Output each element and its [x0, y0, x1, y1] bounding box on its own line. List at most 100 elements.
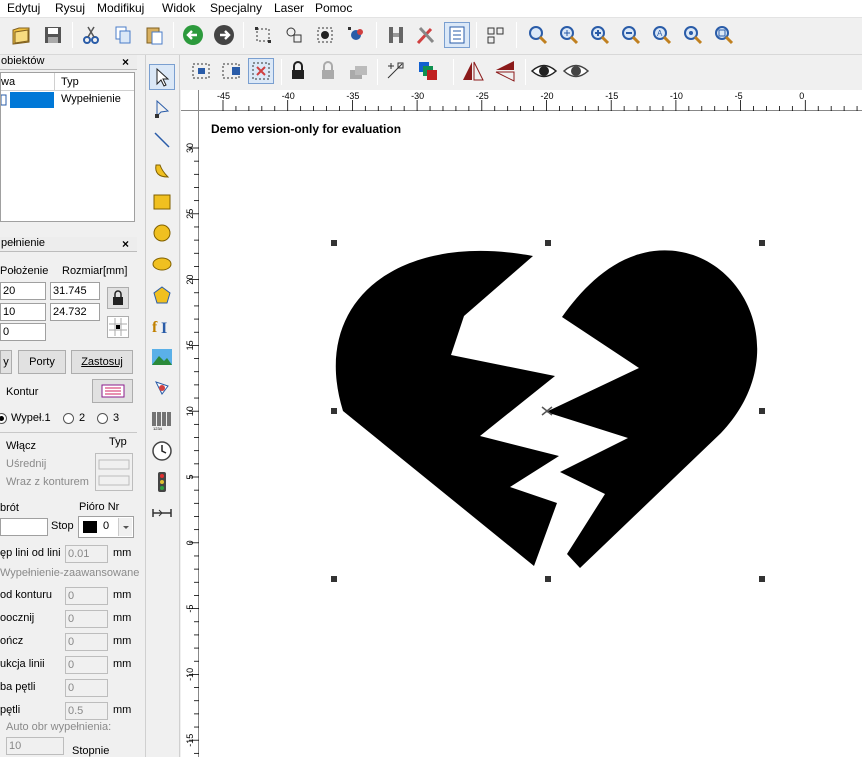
- barcode-icon[interactable]: 1234: [149, 407, 175, 433]
- contour-color-button[interactable]: [92, 379, 133, 403]
- size-width-field[interactable]: 31.745: [50, 282, 100, 300]
- selection-handle-w[interactable]: [331, 408, 337, 414]
- nodes-icon[interactable]: [343, 22, 369, 48]
- selection-handle-e[interactable]: [759, 408, 765, 414]
- align-icon[interactable]: [188, 58, 214, 84]
- zoom-icon[interactable]: [525, 22, 551, 48]
- preview-all-icon[interactable]: [563, 58, 589, 84]
- average-label[interactable]: Uśrednij: [6, 458, 46, 470]
- chevron-down-icon[interactable]: [118, 518, 132, 536]
- menu-modify[interactable]: Modifikuj: [97, 1, 144, 15]
- lock-all-icon[interactable]: [345, 58, 371, 84]
- vector-icon[interactable]: [149, 375, 175, 401]
- light-icon[interactable]: [149, 469, 175, 495]
- unlock-icon[interactable]: [315, 58, 341, 84]
- redo-icon[interactable]: [211, 22, 237, 48]
- undo-icon[interactable]: [180, 22, 206, 48]
- close-icon[interactable]: ×: [122, 55, 129, 69]
- ports-button[interactable]: Porty: [18, 350, 66, 374]
- mirror-vertical-icon[interactable]: [492, 58, 518, 84]
- rectangle-icon[interactable]: [149, 189, 175, 215]
- line-reduction-field[interactable]: 0: [65, 656, 108, 674]
- paste-icon[interactable]: [141, 22, 167, 48]
- node-edit-icon[interactable]: [149, 96, 175, 122]
- with-contour-label[interactable]: Wraz z konturem: [6, 476, 89, 488]
- menu-draw[interactable]: Rysuj: [55, 1, 85, 15]
- text-icon[interactable]: fI: [149, 313, 175, 339]
- selection-handle-nw[interactable]: [331, 240, 337, 246]
- distribute-icon[interactable]: [219, 58, 245, 84]
- mirror-horizontal-icon[interactable]: [460, 58, 486, 84]
- center-icon[interactable]: [248, 58, 274, 84]
- table-row[interactable]: Wypełnienie: [1, 92, 134, 109]
- menu-view[interactable]: Widok: [162, 1, 195, 15]
- start-field[interactable]: 0: [65, 610, 108, 628]
- zoom-in-icon[interactable]: [556, 22, 582, 48]
- left-button[interactable]: y: [0, 350, 12, 374]
- rotation-field[interactable]: 0: [0, 323, 46, 341]
- cut-icon[interactable]: [78, 22, 104, 48]
- turn-field[interactable]: [0, 518, 48, 536]
- selection-handle-se[interactable]: [759, 576, 765, 582]
- col-type-header[interactable]: Typ: [61, 76, 79, 88]
- menu-help[interactable]: Pomoc: [315, 1, 352, 15]
- ungroup-icon[interactable]: [281, 22, 307, 48]
- curve-icon[interactable]: [149, 158, 175, 184]
- preview-icon[interactable]: [531, 58, 557, 84]
- col-name-header[interactable]: wa: [1, 76, 15, 88]
- color-layers-icon[interactable]: [415, 58, 441, 84]
- group-icon[interactable]: [250, 22, 276, 48]
- position-y-field[interactable]: 10: [0, 303, 46, 321]
- end-field[interactable]: 0: [65, 633, 108, 651]
- polygon-icon[interactable]: [149, 282, 175, 308]
- line-step-field[interactable]: 0.01: [65, 545, 108, 563]
- break-icon[interactable]: [312, 22, 338, 48]
- fill2-radio[interactable]: [63, 413, 74, 424]
- lock-icon[interactable]: [285, 58, 311, 84]
- drawing-canvas[interactable]: Demo version-only for evaluation: [199, 111, 862, 757]
- broken-heart-shape[interactable]: [199, 111, 862, 757]
- menu-laser[interactable]: Laser: [274, 1, 304, 15]
- selection-handle-n[interactable]: [545, 240, 551, 246]
- anchor-grid-button[interactable]: [107, 316, 129, 338]
- from-contour-field[interactable]: 0: [65, 587, 108, 605]
- pen-select[interactable]: 0: [78, 516, 134, 538]
- line-icon[interactable]: [149, 127, 175, 153]
- properties-icon[interactable]: [444, 22, 470, 48]
- zoom-page-icon[interactable]: [711, 22, 737, 48]
- ellipse-icon[interactable]: [149, 251, 175, 277]
- selection-handle-ne[interactable]: [759, 240, 765, 246]
- position-x-field[interactable]: 20: [0, 282, 46, 300]
- loop-field[interactable]: 0: [65, 679, 108, 697]
- zoom-minus-icon[interactable]: [618, 22, 644, 48]
- lock-ratio-button[interactable]: [107, 287, 129, 309]
- save-icon[interactable]: [40, 22, 66, 48]
- fill-type-preview[interactable]: [95, 453, 133, 491]
- selection-handle-s[interactable]: [545, 576, 551, 582]
- menu-special[interactable]: Specjalny: [210, 1, 262, 15]
- size-height-field[interactable]: 24.732: [50, 303, 100, 321]
- auto-rotation-field[interactable]: 10: [6, 737, 64, 755]
- loop2-field[interactable]: 0.5: [65, 702, 108, 720]
- open-folder-icon[interactable]: [8, 22, 34, 48]
- circle-icon[interactable]: [149, 220, 175, 246]
- node-add-icon[interactable]: [382, 58, 408, 84]
- image-icon[interactable]: [149, 344, 175, 370]
- close-icon[interactable]: ×: [122, 237, 129, 251]
- clock-icon[interactable]: [149, 438, 175, 464]
- tools-icon[interactable]: [413, 22, 439, 48]
- zoom-selected-icon[interactable]: [680, 22, 706, 48]
- select-icon[interactable]: [149, 64, 175, 90]
- selection-handle-sw[interactable]: [331, 576, 337, 582]
- copy-icon[interactable]: [110, 22, 136, 48]
- menu-edit[interactable]: Edytuj: [7, 1, 40, 15]
- fill1-radio[interactable]: [0, 413, 7, 424]
- fill3-radio[interactable]: [97, 413, 108, 424]
- apply-button[interactable]: Zastosuj: [71, 350, 133, 374]
- zoom-all-icon[interactable]: A: [649, 22, 675, 48]
- weld-icon[interactable]: [383, 22, 409, 48]
- io-icon[interactable]: [149, 500, 175, 526]
- enable-label[interactable]: Włącz: [6, 440, 36, 452]
- zoom-plus-icon[interactable]: [587, 22, 613, 48]
- arrange-icon[interactable]: [483, 22, 509, 48]
